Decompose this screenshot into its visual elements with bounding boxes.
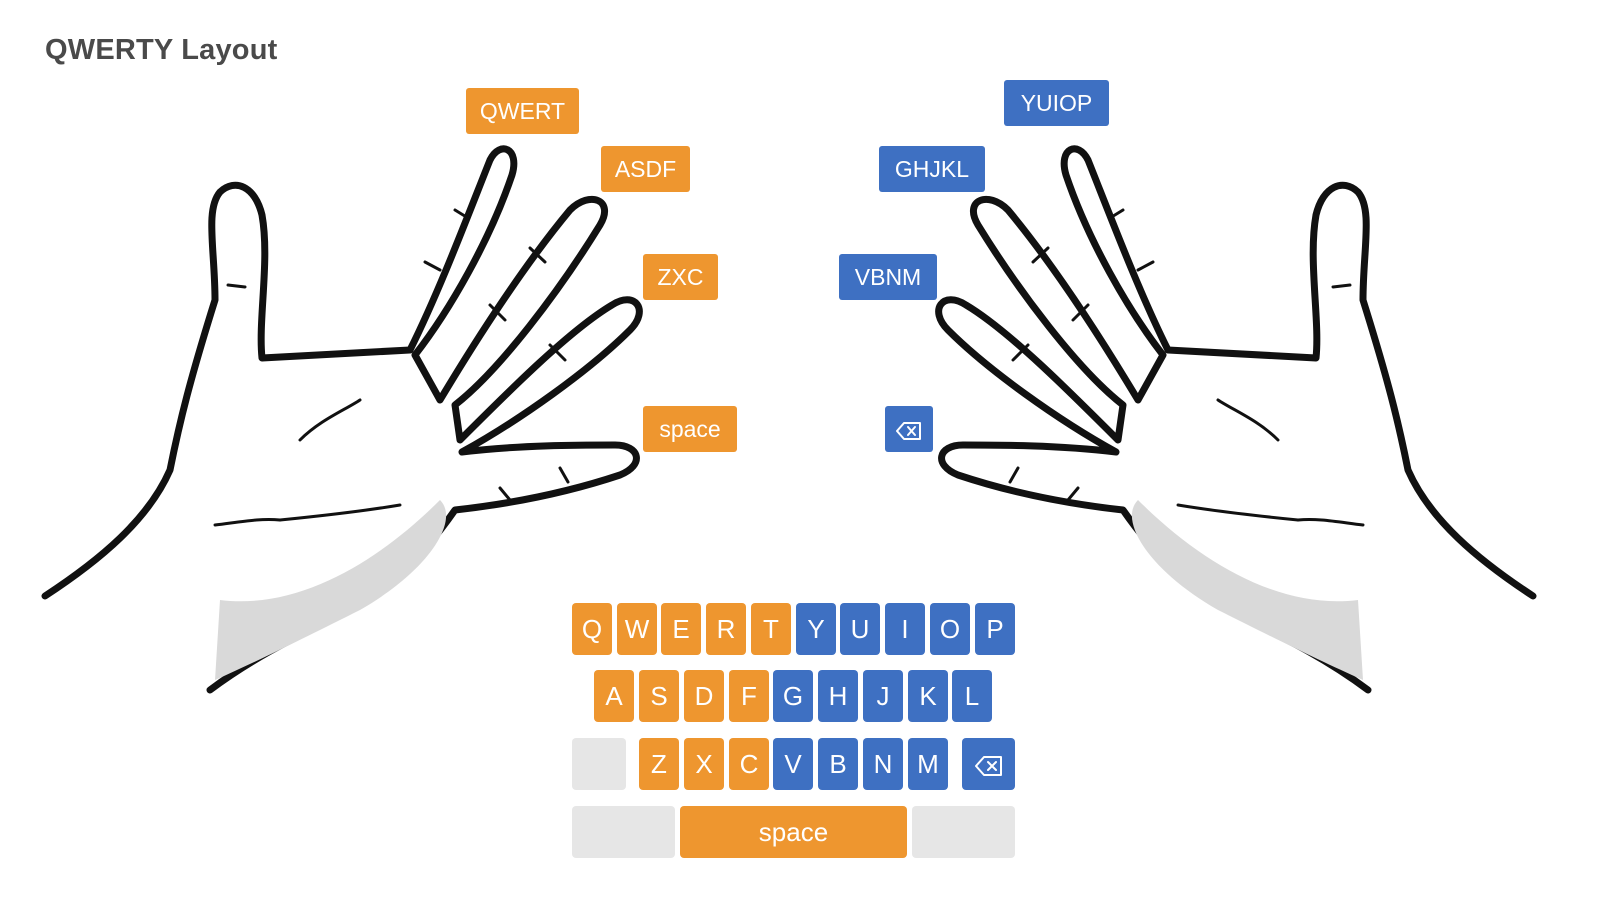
key-v[interactable]: V [773,738,813,790]
key-h[interactable]: H [818,670,858,722]
backspace-icon [896,421,921,440]
key-w[interactable]: W [617,603,657,655]
key-shift[interactable] [572,738,626,790]
right-ring-label: VBNM [839,254,937,300]
key-i[interactable]: I [885,603,925,655]
key-u[interactable]: U [840,603,880,655]
key-q[interactable]: Q [572,603,612,655]
key-r[interactable]: R [706,603,746,655]
key-b[interactable]: B [818,738,858,790]
right-middle-label: GHJKL [879,146,985,192]
key-l[interactable]: L [952,670,992,722]
left-index-label: QWERT [466,88,579,134]
key-bottom-right[interactable] [912,806,1015,858]
key-backspace[interactable] [962,738,1015,790]
key-f[interactable]: F [729,670,769,722]
left-ring-label: ZXC [643,254,718,300]
key-x[interactable]: X [684,738,724,790]
left-middle-label: ASDF [601,146,690,192]
key-t[interactable]: T [751,603,791,655]
left-thumb-label: space [643,406,737,452]
key-g[interactable]: G [773,670,813,722]
right-thumb-label [885,406,933,452]
key-bottom-left[interactable] [572,806,675,858]
key-n[interactable]: N [863,738,903,790]
key-j[interactable]: J [863,670,903,722]
backspace-icon [974,756,1002,777]
key-y[interactable]: Y [796,603,836,655]
key-k[interactable]: K [908,670,948,722]
key-a[interactable]: A [594,670,634,722]
key-d[interactable]: D [684,670,724,722]
left-hand [41,145,643,694]
right-hand [935,145,1537,694]
key-m[interactable]: M [908,738,948,790]
key-p[interactable]: P [975,603,1015,655]
right-index-label: YUIOP [1004,80,1109,126]
key-c[interactable]: C [729,738,769,790]
key-e[interactable]: E [661,603,701,655]
key-s[interactable]: S [639,670,679,722]
key-z[interactable]: Z [639,738,679,790]
key-space[interactable]: space [680,806,907,858]
key-o[interactable]: O [930,603,970,655]
